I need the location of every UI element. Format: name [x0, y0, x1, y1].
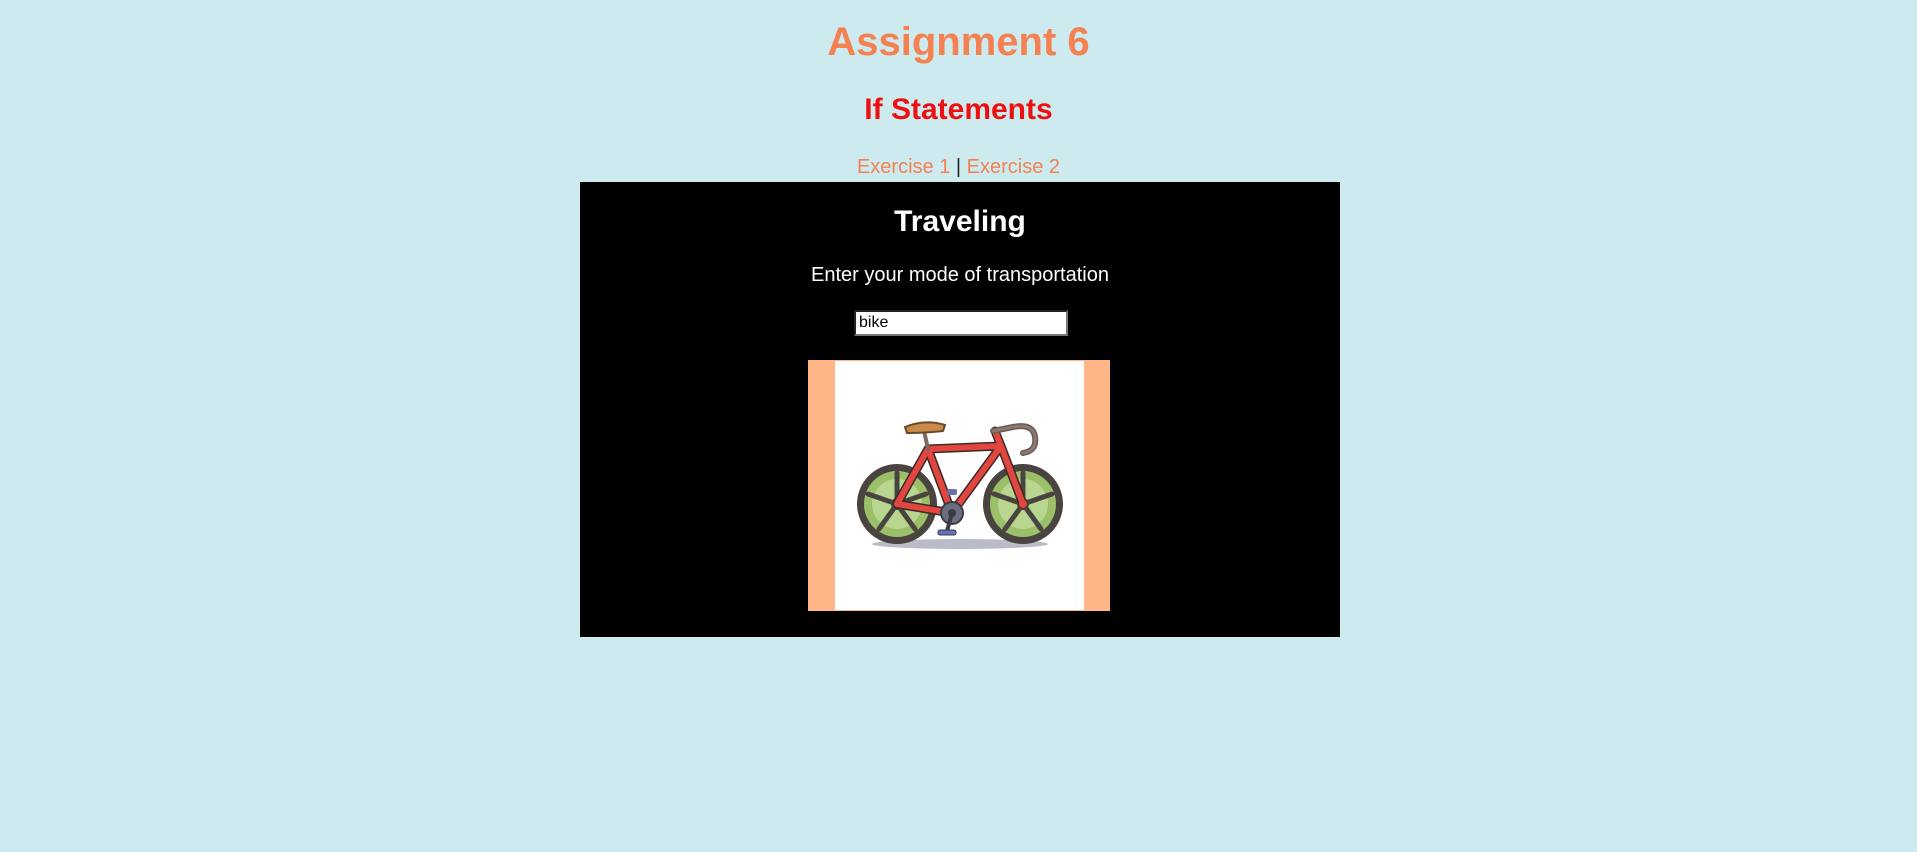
panel-title: Traveling [894, 205, 1026, 238]
traveling-panel: Traveling Enter your mode of transportat… [580, 182, 1340, 637]
nav-separator: | [955, 156, 962, 178]
transport-image-frame [808, 360, 1110, 611]
bicycle-icon [857, 421, 1063, 549]
bike-seat [903, 421, 947, 435]
page-title: Assignment 6 [827, 20, 1090, 64]
transportation-input[interactable] [854, 310, 1068, 336]
nav-link-exercise-2[interactable]: Exercise 2 [967, 156, 1060, 178]
page-subtitle: If Statements [864, 93, 1053, 126]
transportation-prompt: Enter your mode of transportation [811, 264, 1109, 286]
transport-image [835, 361, 1084, 610]
bike-pedal [937, 529, 957, 536]
exercise-nav: Exercise 1 | Exercise 2 [0, 155, 1917, 179]
nav-link-exercise-1[interactable]: Exercise 1 [857, 156, 950, 178]
